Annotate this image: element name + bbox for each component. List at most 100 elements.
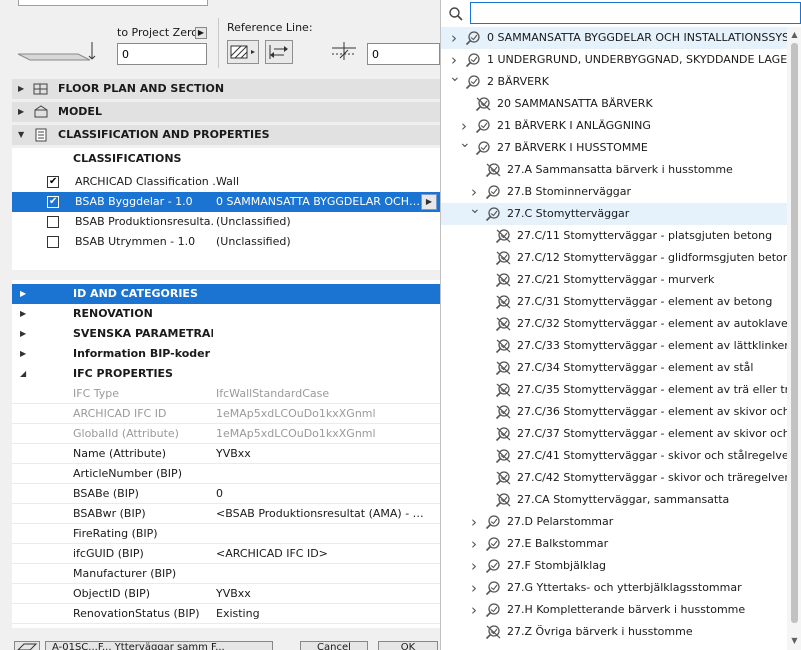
tree-node[interactable]: 27.C/33 Stomytterväggar - element av lät… (441, 335, 801, 357)
tree-node[interactable]: › 27.G Yttertaks- och ytterbjälklagsstomm… (441, 577, 787, 599)
chevron-right-icon[interactable]: › (469, 599, 479, 621)
property-row[interactable]: BSABe (BIP) 0 (12, 484, 440, 504)
classification-row[interactable]: BSAB Utrymmen - 1.0 (Unclassified) (12, 232, 440, 252)
tree-node[interactable]: 27.C/32 Stomytterväggar - element av aut… (441, 313, 801, 335)
tree-node[interactable]: 27.C/31 Stomytterväggar - element av bet… (441, 291, 787, 313)
chevron-right-icon[interactable]: › (469, 555, 479, 577)
property-row[interactable]: RenovationStatus (BIP) Existing (12, 604, 440, 624)
project-zero-menu-button[interactable]: ▶ (195, 27, 207, 39)
section-floor-plan[interactable]: ▶ FLOOR PLAN AND SECTION (12, 79, 440, 99)
tree-node[interactable]: › 27.D Pelarstommar (441, 511, 787, 533)
group-bip-koder[interactable]: ▶ Information BIP-koder (12, 344, 440, 364)
tree-node[interactable]: 27.CA Stomytterväggar, sammansatta (441, 489, 787, 511)
property-row[interactable]: Manufacturer (BIP) (12, 564, 440, 584)
chevron-right-icon[interactable]: › (469, 577, 479, 599)
tree-node[interactable]: 27.A Sammansatta bärverk i husstomme (441, 159, 787, 181)
tree-node[interactable]: 27.C/37 Stomytterväggar - element av ski… (441, 423, 801, 445)
tree-node-label: 2 BÄRVERK (487, 75, 549, 88)
tree-node-label: 27.C Stomytterväggar (507, 207, 630, 220)
tree-node-label: 27.C/34 Stomytterväggar - element av stå… (517, 361, 754, 374)
reference-line-type-button[interactable] (227, 40, 259, 64)
classification-icon (475, 119, 490, 134)
tree-node[interactable]: 20 SAMMANSATTA BÄRVERK (441, 93, 787, 115)
tree-node-label: 27.E Balkstommar (507, 537, 609, 550)
tree-node[interactable]: ⌄ 2 BÄRVERK (441, 69, 787, 93)
project-zero-input[interactable] (117, 43, 207, 65)
tree-node[interactable]: ⌄ 27.C Stomytterväggar (441, 201, 787, 225)
property-row[interactable]: ArticleNumber (BIP) (12, 464, 440, 484)
chevron-down-icon[interactable]: ⌄ (459, 132, 471, 154)
property-row[interactable]: Name (Attribute) YVBxx (12, 444, 440, 464)
expand-triangle-icon: ▶ (18, 84, 25, 93)
tree-node[interactable]: 27.C/41 Stomytterväggar - skivor och stå… (441, 445, 800, 467)
chevron-right-icon[interactable]: › (469, 533, 479, 555)
chevron-down-icon[interactable]: ⌄ (449, 66, 461, 88)
tree-node[interactable]: › 27.E Balkstommar (441, 533, 787, 555)
property-row[interactable]: BSABwr (BIP) <BSAB Produktionsresultat (A… (12, 504, 440, 524)
classification-checkbox[interactable] (47, 236, 59, 248)
tree-node[interactable]: › 1 UNDERGRUND, UNDERBYGGNAD, SKYDDANDE L… (441, 49, 801, 71)
tree-node-label: 27.H Kompletterande bärverk i husstomme (507, 603, 746, 616)
property-row: IFC Type IfcWallStandardCase (12, 384, 440, 404)
chevron-down-icon[interactable]: ⌄ (469, 198, 481, 220)
layer-selector[interactable]: A-01SC...F... Ytterväggar samm F... (45, 641, 273, 650)
classification-checkbox[interactable]: ✔ (47, 176, 59, 188)
tree-node[interactable]: 27.C/21 Stomytterväggar - murverk (441, 269, 787, 291)
scroll-up-icon[interactable]: ▲ (789, 29, 800, 41)
classification-row[interactable]: BSAB Produktionsresulta... (Unclassified… (12, 212, 440, 232)
tree-node[interactable]: 27.C/35 Stomytterväggar - element av trä… (441, 379, 801, 401)
section-model[interactable]: ▶ MODEL (12, 102, 440, 122)
tree-node[interactable]: 27.C/12 Stomytterväggar - glidformsgjute… (441, 247, 797, 269)
tree-node[interactable]: › 21 BÄRVERK I ANLÄGGNING (441, 115, 787, 137)
tree-node[interactable]: 27.C/11 Stomytterväggar - platsgjuten be… (441, 225, 787, 247)
classifications-heading: CLASSIFICATIONS (73, 152, 182, 165)
classification-disabled-icon (495, 449, 511, 464)
group-ifc-properties[interactable]: ◢ IFC PROPERTIES (12, 364, 440, 384)
tree-node-label: 27.B Stominnerväggar (507, 185, 632, 198)
properties-icon (35, 128, 47, 142)
tree-node[interactable]: › 0 SAMMANSATTA BYGGDELAR OCH INSTALLATIO… (441, 27, 801, 49)
classification-icon (485, 603, 500, 618)
reference-offset-input[interactable] (367, 43, 440, 65)
property-row[interactable]: FireRating (BIP) (12, 524, 440, 544)
tree-node-label: 27.C/42 Stomytterväggar - skivor och trä… (517, 471, 801, 484)
tree-node[interactable]: ⌄ 27 BÄRVERK I HUSSTOMME (441, 135, 787, 159)
classification-picker-button[interactable]: ▶ (421, 194, 437, 210)
chevron-right-icon[interactable]: › (469, 511, 479, 533)
classification-row[interactable]: ✔ ARCHICAD Classification ... Wall (12, 172, 440, 192)
tree-node[interactable]: 27.Z Övriga bärverk i husstomme (441, 621, 787, 643)
property-row[interactable]: ObjectID (BIP) YVBxx (12, 584, 440, 604)
classification-checkbox[interactable] (47, 216, 59, 228)
scroll-down-icon[interactable]: ▼ (789, 635, 800, 647)
tree-node[interactable]: 27.C/42 Stomytterväggar - skivor och trä… (441, 467, 801, 489)
group-id-and-categories[interactable]: ▶ ID AND CATEGORIES (12, 284, 440, 304)
ok-button[interactable]: OK (378, 641, 438, 650)
chevron-right-icon[interactable]: › (449, 27, 459, 49)
classification-disabled-icon (495, 317, 511, 332)
flip-reference-button[interactable] (265, 40, 293, 64)
classification-disabled-icon (475, 97, 491, 112)
classification-icon (465, 53, 480, 68)
classification-row-selected[interactable]: ✔ BSAB Byggdelar - 1.0 0 SAMMANSATTA BYG… (12, 192, 440, 212)
classification-checkbox[interactable]: ✔ (47, 196, 59, 208)
group-renovation[interactable]: ▶ RENOVATION (12, 304, 440, 324)
classification-disabled-icon (495, 471, 511, 486)
layer-icon-button[interactable] (14, 641, 40, 650)
to-project-zero-label: to Project Zero (117, 26, 198, 39)
tree-node[interactable]: › 27.B Stominnerväggar (441, 181, 787, 203)
tree-node[interactable]: › 27.H Kompletterande bärverk i husstomme (441, 599, 787, 621)
tree-node-label: 0 SAMMANSATTA BYGGDELAR OCH INSTALLATION… (487, 31, 801, 44)
tree-scrollbar[interactable]: ▲ ▼ (787, 27, 801, 650)
tree-node-label: 27.C/32 Stomytterväggar - element av aut… (517, 317, 801, 330)
tree-node[interactable]: 27.C/36 Stomytterväggar - element av ski… (441, 401, 801, 423)
tree-node[interactable]: › 27.F Stombjälklag (441, 555, 787, 577)
classification-disabled-icon (495, 383, 511, 398)
property-row[interactable]: ifcGUID (BIP) <ARCHICAD IFC ID> (12, 544, 440, 564)
cancel-button[interactable]: Cancel (300, 641, 368, 650)
scrollbar-thumb[interactable] (791, 43, 798, 623)
section-classification[interactable]: ▼ CLASSIFICATION AND PROPERTIES (12, 125, 440, 145)
group-svenska-parametrar[interactable]: ▶ SVENSKA PARAMETRAR (12, 324, 440, 344)
tree-node[interactable]: 27.C/34 Stomytterväggar - element av stå… (441, 357, 787, 379)
search-input[interactable] (470, 2, 801, 24)
tree-node-label: 27.G Yttertaks- och ytterbjälklagsstomma… (507, 581, 742, 594)
